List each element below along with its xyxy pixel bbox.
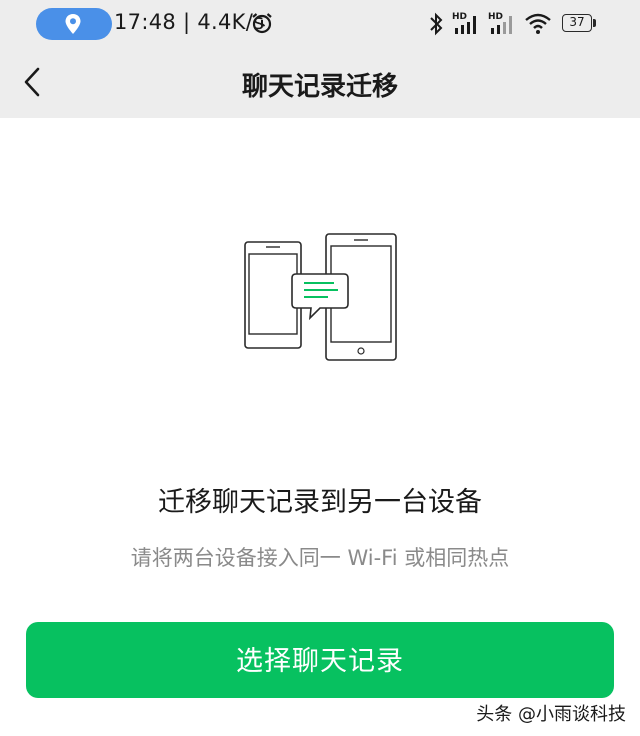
page-title: 聊天记录迁移 bbox=[241, 72, 398, 102]
bluetooth-icon bbox=[430, 12, 443, 36]
location-pill[interactable] bbox=[36, 8, 112, 40]
signal-hd-icon: HD bbox=[488, 12, 512, 34]
wifi-icon bbox=[525, 13, 551, 34]
status-bar: 17:48 | 4.4K/s HD HD 37 bbox=[0, 0, 640, 48]
watermark: 头条 @小雨谈科技 bbox=[476, 700, 626, 726]
location-icon bbox=[65, 14, 81, 34]
watermark-text: 头条 @小雨谈科技 bbox=[476, 704, 626, 725]
main-heading: 迁移聊天记录到另一台设备 bbox=[158, 487, 482, 518]
phones-transfer-icon bbox=[244, 233, 397, 361]
status-time-speed: 17:48 | 4.4K/s bbox=[114, 10, 265, 34]
alarm-icon bbox=[252, 13, 272, 34]
signal-hd-icon: HD bbox=[452, 12, 476, 34]
screen: 17:48 | 4.4K/s HD HD 37 聊天记录迁移 迁移聊天记录到另一… bbox=[0, 0, 640, 736]
battery-icon: 37 bbox=[562, 14, 598, 34]
svg-text:HD: HD bbox=[488, 12, 503, 22]
battery-level: 37 bbox=[562, 14, 592, 32]
svg-text:HD: HD bbox=[452, 12, 467, 22]
nav-bar: 聊天记录迁移 bbox=[0, 48, 640, 118]
instruction-text: 请将两台设备接入同一 Wi-Fi 或相同热点 bbox=[130, 546, 510, 570]
select-chat-history-button[interactable]: 选择聊天记录 bbox=[26, 622, 614, 698]
